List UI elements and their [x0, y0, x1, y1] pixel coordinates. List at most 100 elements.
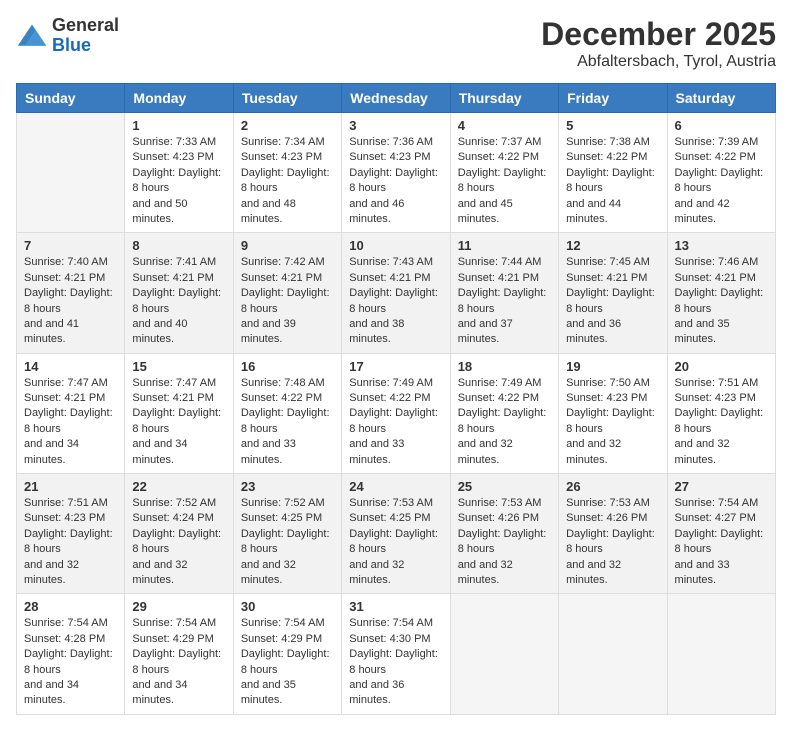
day-number: 22 — [132, 479, 225, 494]
calendar-cell-w1-d2: 1 Sunrise: 7:33 AMSunset: 4:23 PMDaylight… — [125, 113, 233, 233]
logo-blue-text: Blue — [52, 36, 119, 56]
day-number: 29 — [132, 599, 225, 614]
day-number: 10 — [349, 238, 442, 253]
calendar-week-3: 14 Sunrise: 7:47 AMSunset: 4:21 PMDayligh… — [17, 353, 776, 473]
day-number: 14 — [24, 359, 117, 374]
location-subtitle: Abfaltersbach, Tyrol, Austria — [541, 53, 776, 71]
calendar-cell-w1-d7: 6 Sunrise: 7:39 AMSunset: 4:22 PMDaylight… — [667, 113, 775, 233]
day-info: Sunrise: 7:48 AMSunset: 4:22 PMDaylight:… — [241, 376, 334, 468]
day-info: Sunrise: 7:46 AMSunset: 4:21 PMDaylight:… — [675, 255, 768, 347]
day-info: Sunrise: 7:44 AMSunset: 4:21 PMDaylight:… — [458, 255, 551, 347]
day-number: 13 — [675, 238, 768, 253]
logo-general-text: General — [52, 16, 119, 36]
day-info: Sunrise: 7:36 AMSunset: 4:23 PMDaylight:… — [349, 135, 442, 227]
day-info: Sunrise: 7:34 AMSunset: 4:23 PMDaylight:… — [241, 135, 334, 227]
day-info: Sunrise: 7:43 AMSunset: 4:21 PMDaylight:… — [349, 255, 442, 347]
day-info: Sunrise: 7:38 AMSunset: 4:22 PMDaylight:… — [566, 135, 659, 227]
calendar-cell-w4-d2: 22 Sunrise: 7:52 AMSunset: 4:24 PMDayligh… — [125, 474, 233, 594]
header-thursday: Thursday — [450, 84, 558, 113]
calendar-week-2: 7 Sunrise: 7:40 AMSunset: 4:21 PMDaylight… — [17, 233, 776, 353]
day-number: 7 — [24, 238, 117, 253]
day-number: 15 — [132, 359, 225, 374]
day-info: Sunrise: 7:45 AMSunset: 4:21 PMDaylight:… — [566, 255, 659, 347]
calendar-cell-w4-d6: 26 Sunrise: 7:53 AMSunset: 4:26 PMDayligh… — [559, 474, 667, 594]
day-number: 24 — [349, 479, 442, 494]
day-number: 26 — [566, 479, 659, 494]
calendar-cell-w1-d1 — [17, 113, 125, 233]
day-number: 28 — [24, 599, 117, 614]
logo-text: General Blue — [52, 16, 119, 56]
day-info: Sunrise: 7:39 AMSunset: 4:22 PMDaylight:… — [675, 135, 768, 227]
calendar-cell-w3-d2: 15 Sunrise: 7:47 AMSunset: 4:21 PMDayligh… — [125, 353, 233, 473]
page-header: General Blue December 2025 Abfaltersbach… — [16, 16, 776, 71]
header-wednesday: Wednesday — [342, 84, 450, 113]
day-info: Sunrise: 7:54 AMSunset: 4:27 PMDaylight:… — [675, 496, 768, 588]
day-number: 18 — [458, 359, 551, 374]
month-year-title: December 2025 — [541, 16, 776, 53]
calendar-cell-w4-d5: 25 Sunrise: 7:53 AMSunset: 4:26 PMDayligh… — [450, 474, 558, 594]
day-info: Sunrise: 7:52 AMSunset: 4:25 PMDaylight:… — [241, 496, 334, 588]
header-saturday: Saturday — [667, 84, 775, 113]
day-number: 23 — [241, 479, 334, 494]
day-info: Sunrise: 7:54 AMSunset: 4:29 PMDaylight:… — [241, 616, 334, 708]
day-info: Sunrise: 7:54 AMSunset: 4:30 PMDaylight:… — [349, 616, 442, 708]
logo: General Blue — [16, 16, 119, 56]
calendar-cell-w2-d2: 8 Sunrise: 7:41 AMSunset: 4:21 PMDaylight… — [125, 233, 233, 353]
calendar-cell-w2-d7: 13 Sunrise: 7:46 AMSunset: 4:21 PMDayligh… — [667, 233, 775, 353]
day-number: 2 — [241, 118, 334, 133]
day-number: 31 — [349, 599, 442, 614]
day-info: Sunrise: 7:49 AMSunset: 4:22 PMDaylight:… — [349, 376, 442, 468]
day-info: Sunrise: 7:52 AMSunset: 4:24 PMDaylight:… — [132, 496, 225, 588]
day-number: 11 — [458, 238, 551, 253]
day-number: 5 — [566, 118, 659, 133]
day-number: 21 — [24, 479, 117, 494]
day-info: Sunrise: 7:41 AMSunset: 4:21 PMDaylight:… — [132, 255, 225, 347]
day-number: 6 — [675, 118, 768, 133]
day-number: 20 — [675, 359, 768, 374]
day-number: 17 — [349, 359, 442, 374]
header-monday: Monday — [125, 84, 233, 113]
day-info: Sunrise: 7:47 AMSunset: 4:21 PMDaylight:… — [132, 376, 225, 468]
logo-icon — [16, 22, 48, 50]
calendar-cell-w1-d6: 5 Sunrise: 7:38 AMSunset: 4:22 PMDaylight… — [559, 113, 667, 233]
day-info: Sunrise: 7:50 AMSunset: 4:23 PMDaylight:… — [566, 376, 659, 468]
day-number: 3 — [349, 118, 442, 133]
day-number: 1 — [132, 118, 225, 133]
day-info: Sunrise: 7:49 AMSunset: 4:22 PMDaylight:… — [458, 376, 551, 468]
day-info: Sunrise: 7:37 AMSunset: 4:22 PMDaylight:… — [458, 135, 551, 227]
calendar-table: Sunday Monday Tuesday Wednesday Thursday… — [16, 83, 776, 715]
calendar-cell-w3-d5: 18 Sunrise: 7:49 AMSunset: 4:22 PMDayligh… — [450, 353, 558, 473]
day-number: 25 — [458, 479, 551, 494]
calendar-cell-w4-d3: 23 Sunrise: 7:52 AMSunset: 4:25 PMDayligh… — [233, 474, 341, 594]
day-info: Sunrise: 7:51 AMSunset: 4:23 PMDaylight:… — [24, 496, 117, 588]
calendar-week-4: 21 Sunrise: 7:51 AMSunset: 4:23 PMDayligh… — [17, 474, 776, 594]
calendar-cell-w4-d7: 27Sunrise: 7:54 AMSunset: 4:27 PMDayligh… — [667, 474, 775, 594]
day-info: Sunrise: 7:54 AMSunset: 4:29 PMDaylight:… — [132, 616, 225, 708]
day-info: Sunrise: 7:53 AMSunset: 4:25 PMDaylight:… — [349, 496, 442, 588]
calendar-cell-w4-d1: 21 Sunrise: 7:51 AMSunset: 4:23 PMDayligh… — [17, 474, 125, 594]
calendar-cell-w2-d3: 9 Sunrise: 7:42 AMSunset: 4:21 PMDaylight… — [233, 233, 341, 353]
calendar-week-1: 1 Sunrise: 7:33 AMSunset: 4:23 PMDaylight… — [17, 113, 776, 233]
day-number: 16 — [241, 359, 334, 374]
day-info: Sunrise: 7:53 AMSunset: 4:26 PMDaylight:… — [458, 496, 551, 588]
day-info: Sunrise: 7:53 AMSunset: 4:26 PMDaylight:… — [566, 496, 659, 588]
day-info: Sunrise: 7:51 AMSunset: 4:23 PMDaylight:… — [675, 376, 768, 468]
day-info: Sunrise: 7:54 AMSunset: 4:28 PMDaylight:… — [24, 616, 117, 708]
day-number: 30 — [241, 599, 334, 614]
header-friday: Friday — [559, 84, 667, 113]
day-number: 9 — [241, 238, 334, 253]
calendar-cell-w2-d4: 10 Sunrise: 7:43 AMSunset: 4:21 PMDayligh… — [342, 233, 450, 353]
day-number: 12 — [566, 238, 659, 253]
day-number: 8 — [132, 238, 225, 253]
day-number: 19 — [566, 359, 659, 374]
day-info: Sunrise: 7:42 AMSunset: 4:21 PMDaylight:… — [241, 255, 334, 347]
calendar-cell-w2-d1: 7 Sunrise: 7:40 AMSunset: 4:21 PMDaylight… — [17, 233, 125, 353]
day-info: Sunrise: 7:33 AMSunset: 4:23 PMDaylight:… — [132, 135, 225, 227]
day-info: Sunrise: 7:40 AMSunset: 4:21 PMDaylight:… — [24, 255, 117, 347]
calendar-cell-w1-d5: 4Sunrise: 7:37 AMSunset: 4:22 PMDaylight… — [450, 113, 558, 233]
title-block: December 2025 Abfaltersbach, Tyrol, Aust… — [541, 16, 776, 71]
calendar-cell-w4-d4: 24 Sunrise: 7:53 AMSunset: 4:25 PMDayligh… — [342, 474, 450, 594]
calendar-header-row: Sunday Monday Tuesday Wednesday Thursday… — [17, 84, 776, 113]
calendar-cell-w3-d4: 17 Sunrise: 7:49 AMSunset: 4:22 PMDayligh… — [342, 353, 450, 473]
calendar-cell-w3-d7: 20 Sunrise: 7:51 AMSunset: 4:23 PMDayligh… — [667, 353, 775, 473]
